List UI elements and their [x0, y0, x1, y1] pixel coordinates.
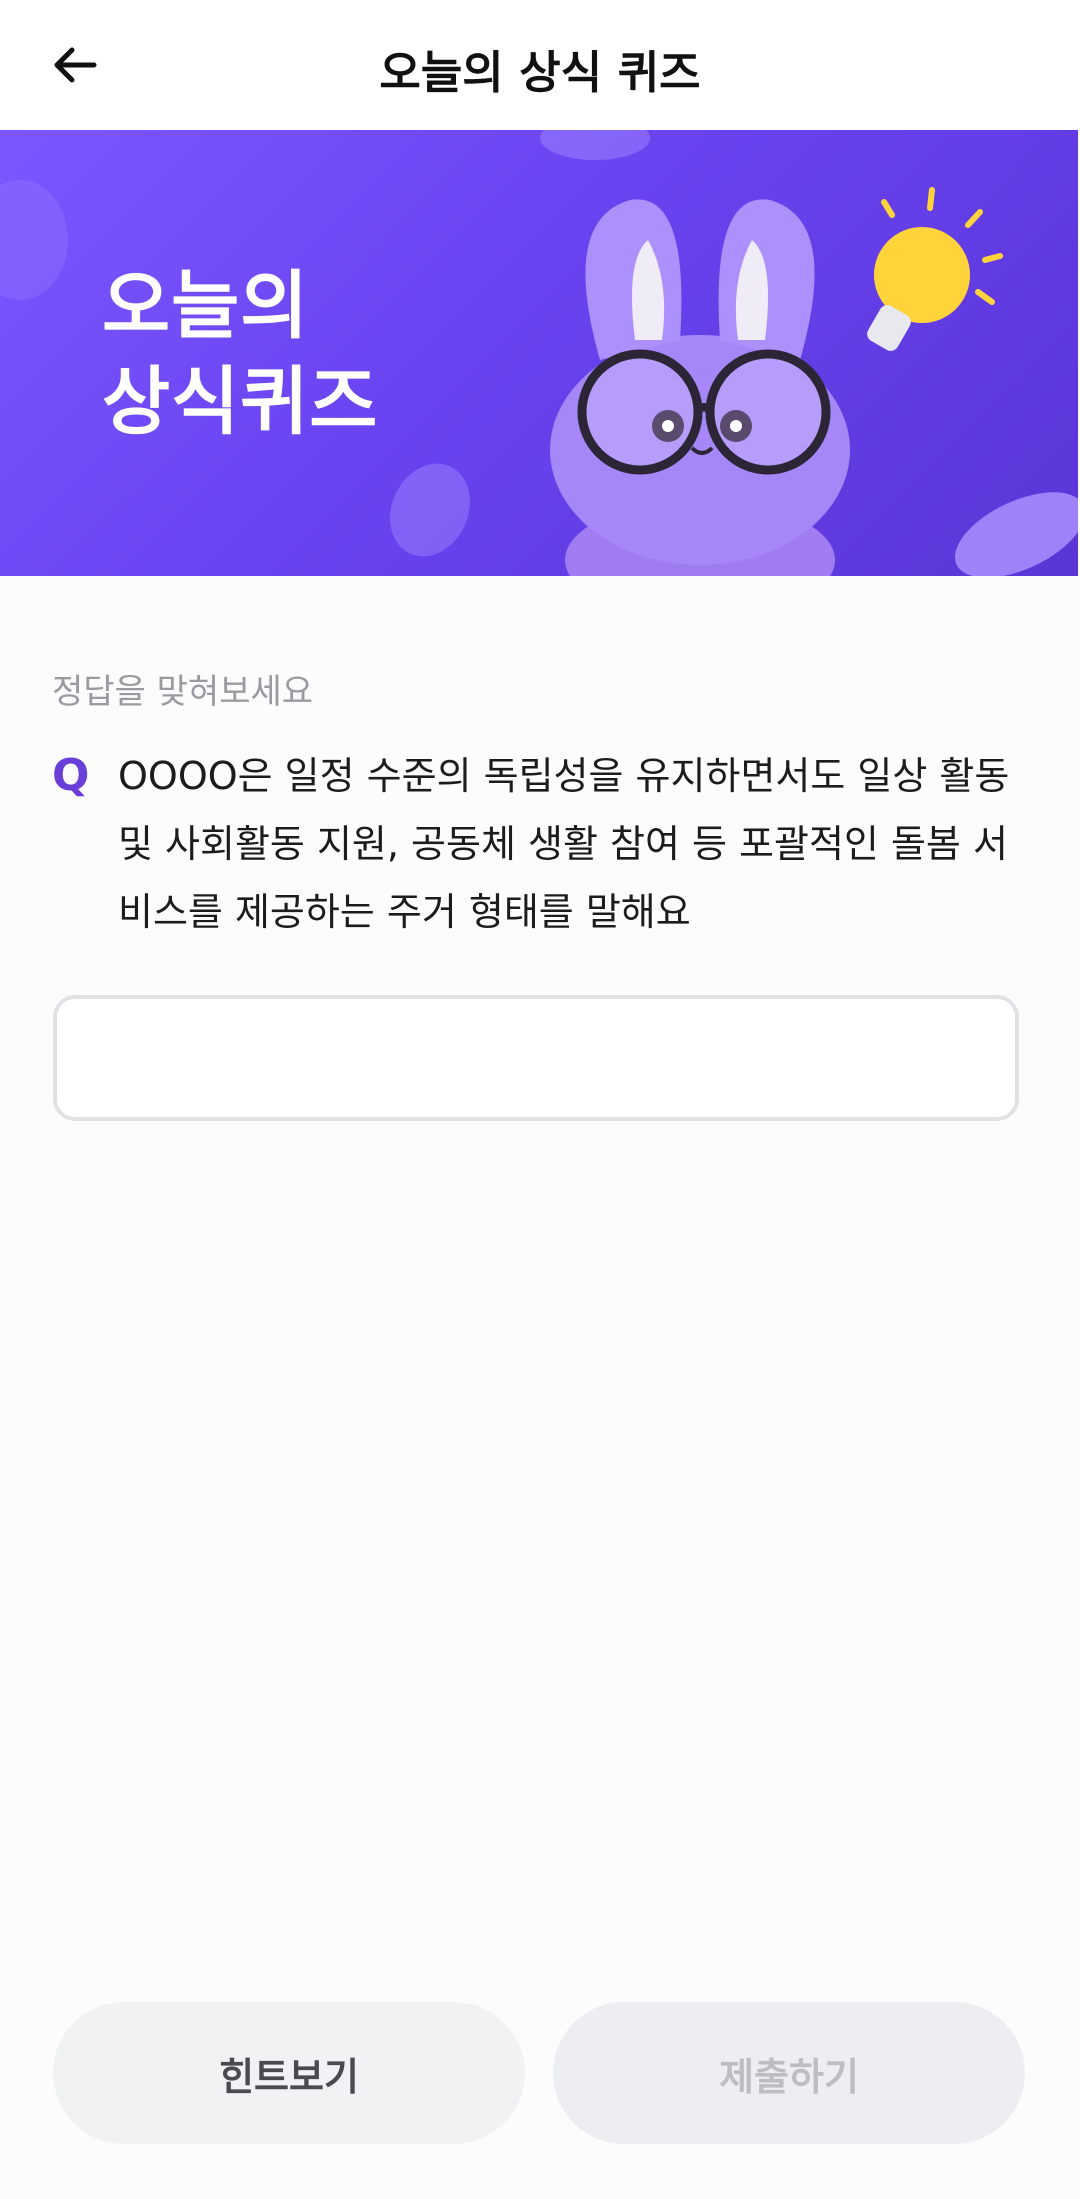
- quiz-banner: 오늘의 상식퀴즈: [0, 130, 1078, 576]
- hint-button[interactable]: 힌트보기: [53, 2002, 525, 2144]
- question-mark-label: Q: [52, 750, 90, 801]
- top-app-bar: 오늘의 상식 퀴즈: [0, 0, 1080, 130]
- banner-title: 오늘의 상식퀴즈: [102, 258, 378, 450]
- instruction-text: 정답을 맞혀보세요: [52, 672, 314, 712]
- page-title: 오늘의 상식 퀴즈: [379, 46, 701, 99]
- answer-input[interactable]: [53, 995, 1019, 1121]
- banner-title-line1: 오늘의: [102, 263, 310, 349]
- banner-title-line2: 상식퀴즈: [102, 359, 379, 445]
- submit-button[interactable]: 제출하기: [553, 2002, 1025, 2144]
- question-text: OOOO은 일정 수준의 독립성을 유지하면서도 일상 활동 및 사회활동 지원…: [118, 754, 1010, 934]
